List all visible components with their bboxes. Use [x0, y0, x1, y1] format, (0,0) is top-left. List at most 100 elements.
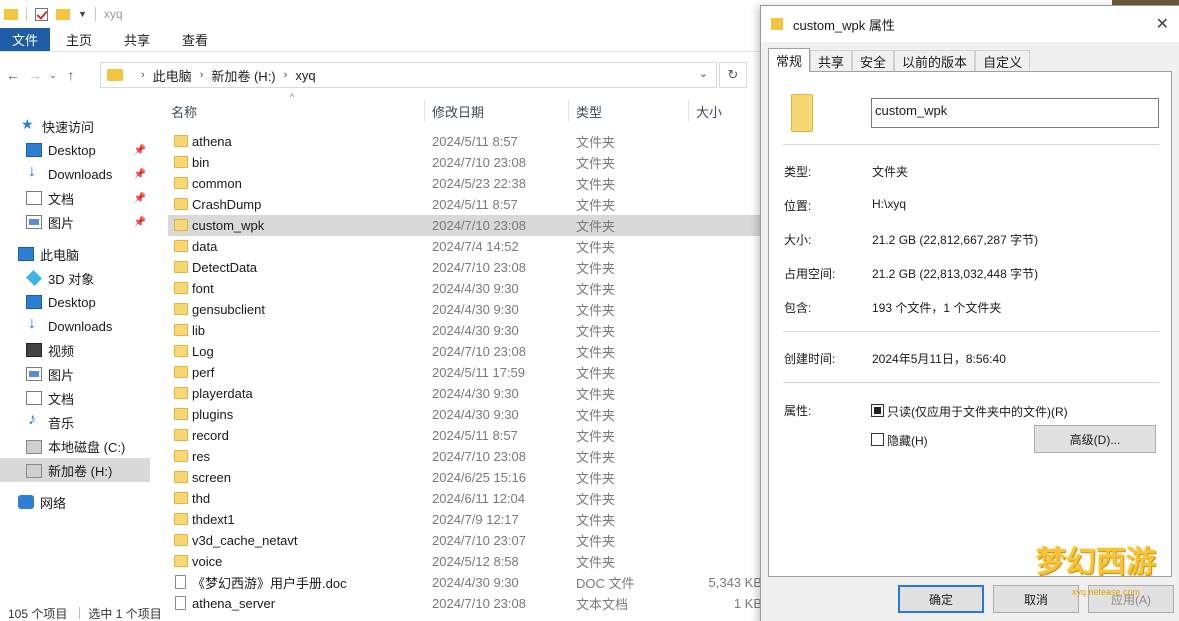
file-type: 文件夹 — [576, 135, 616, 150]
recent-chevron-icon[interactable]: ⌄ — [46, 70, 60, 81]
close-icon[interactable]: ✕ — [1156, 14, 1169, 34]
tab-view[interactable]: 查看 — [166, 28, 224, 51]
hidden-checkbox-label[interactable]: 隐藏(H) — [887, 432, 928, 449]
sidebar-item-label: 3D 对象 — [48, 271, 95, 287]
file-name: v3d_cache_netavt — [192, 533, 298, 548]
file-row[interactable]: gensubclient 2024/4/30 9:30 文件夹 — [168, 299, 768, 320]
file-row[interactable]: screen 2024/6/25 15:16 文件夹 — [168, 467, 768, 488]
address-bar[interactable]: › 此电脑 › 新加卷 (H:) › xyq ⌄ — [100, 62, 717, 88]
column-header-type[interactable]: 类型 — [576, 96, 602, 126]
file-row[interactable]: 《梦幻西游》用户手册.doc 2024/4/30 9:30 DOC 文件 5,343 … — [168, 572, 768, 593]
tab-security[interactable]: 安全 — [852, 50, 895, 72]
breadcrumb-drive[interactable]: 新加卷 (H:) — [211, 66, 275, 85]
tab-customize[interactable]: 自定义 — [975, 50, 1031, 72]
file-row[interactable]: record 2024/5/11 8:57 文件夹 — [168, 425, 768, 446]
file-name: lib — [192, 323, 206, 338]
type-label: 类型: — [784, 165, 812, 179]
sidebar-item-this-pc[interactable]: 此电脑 — [0, 242, 150, 266]
up-arrow-icon[interactable]: ↑ — [60, 67, 82, 83]
file-row[interactable]: plugins 2024/4/30 9:30 文件夹 — [168, 404, 768, 425]
game-logo-watermark: 梦幻西游 xyq.netease.com — [1032, 537, 1172, 607]
file-row[interactable]: v3d_cache_netavt 2024/7/10 23:07 文件夹 — [168, 530, 768, 551]
file-row[interactable]: voice 2024/5/12 8:58 文件夹 — [168, 551, 768, 572]
readonly-checkbox[interactable] — [871, 404, 884, 417]
ok-button[interactable]: 确定 — [898, 585, 984, 613]
sidebar-item-3d-objects[interactable]: 3D 对象 — [0, 266, 150, 290]
hidden-checkbox[interactable] — [871, 433, 884, 446]
file-row[interactable]: thdext1 2024/7/9 12:17 文件夹 — [168, 509, 768, 530]
readonly-checkbox-label[interactable]: 只读(仅应用于文件夹中的文件)(R) — [887, 403, 1068, 420]
tab-sharing[interactable]: 共享 — [810, 50, 853, 72]
file-date: 2024/4/30 9:30 — [432, 575, 519, 590]
file-type: 文件夹 — [576, 408, 616, 423]
sidebar-item-pictures[interactable]: 图片 — [0, 362, 150, 386]
sidebar-item-label: 快速访问 — [42, 119, 95, 135]
file-name: screen — [192, 470, 232, 485]
file-name: gensubclient — [192, 302, 265, 317]
column-header-size[interactable]: 大小 — [696, 96, 722, 126]
sidebar-item-quick-access[interactable]: 快速访问 — [0, 114, 150, 138]
file-row[interactable]: common 2024/5/23 22:38 文件夹 — [168, 173, 768, 194]
advanced-button[interactable]: 高级(D)... — [1034, 425, 1156, 453]
column-divider[interactable] — [688, 100, 689, 122]
chevron-down-icon[interactable]: ⌄ — [699, 67, 708, 80]
pc-icon — [18, 247, 34, 261]
desktop-icon — [26, 143, 42, 157]
chevron-right-icon[interactable]: › — [284, 69, 288, 81]
back-arrow-icon[interactable]: ← — [2, 67, 24, 83]
sidebar-item-network[interactable]: 网络 — [0, 490, 150, 514]
sidebar-item-pictures-pinned[interactable]: 图片 📌 — [0, 210, 150, 234]
forward-arrow-icon[interactable]: → — [24, 67, 46, 83]
sidebar-item-desktop-pinned[interactable]: Desktop 📌 — [0, 138, 150, 162]
file-date: 2024/6/11 12:04 — [432, 491, 526, 506]
file-row[interactable]: playerdata 2024/4/30 9:30 文件夹 — [168, 383, 768, 404]
sidebar-item-local-disk-c[interactable]: 本地磁盘 (C:) — [0, 434, 150, 458]
column-divider[interactable] — [568, 100, 569, 122]
file-row[interactable]: DetectData 2024/7/10 23:08 文件夹 — [168, 257, 768, 278]
file-row[interactable]: data 2024/7/4 14:52 文件夹 — [168, 236, 768, 257]
disk-icon — [26, 440, 42, 454]
file-row[interactable]: thd 2024/6/11 12:04 文件夹 — [168, 488, 768, 509]
file-row[interactable]: perf 2024/5/11 17:59 文件夹 — [168, 362, 768, 383]
file-row[interactable]: athena 2024/5/11 8:57 文件夹 — [168, 131, 768, 152]
column-divider[interactable] — [424, 100, 425, 122]
sidebar-item-music[interactable]: 音乐 — [0, 410, 150, 434]
sidebar-item-documents[interactable]: 文档 — [0, 386, 150, 410]
tab-home[interactable]: 主页 — [50, 28, 108, 51]
file-row[interactable]: font 2024/4/30 9:30 文件夹 — [168, 278, 768, 299]
file-row[interactable]: res 2024/7/10 23:08 文件夹 — [168, 446, 768, 467]
file-row[interactable]: CrashDump 2024/5/11 8:57 文件夹 — [168, 194, 768, 215]
sidebar-item-label: Desktop — [48, 142, 96, 158]
file-row[interactable]: bin 2024/7/10 23:08 文件夹 — [168, 152, 768, 173]
sidebar-item-downloads-pinned[interactable]: Downloads 📌 — [0, 162, 150, 186]
file-row[interactable]: custom_wpk 2024/7/10 23:08 文件夹 — [168, 215, 768, 236]
sidebar-item-videos[interactable]: 视频 — [0, 338, 150, 362]
folder-icon — [174, 450, 188, 462]
file-name: voice — [192, 554, 223, 569]
sidebar-item-drive-h[interactable]: 新加卷 (H:) — [0, 458, 150, 482]
tab-share[interactable]: 共享 — [108, 28, 166, 51]
new-folder-icon[interactable] — [56, 8, 70, 20]
folder-name-field[interactable]: custom_wpk — [871, 98, 1159, 128]
column-header-date[interactable]: 修改日期 — [432, 96, 484, 126]
tab-file[interactable]: 文件 — [0, 28, 51, 51]
customize-chevron-icon[interactable]: ▼ — [78, 9, 87, 19]
sidebar-item-documents-pinned[interactable]: 文档 📌 — [0, 186, 150, 210]
sidebar-item-label: 视频 — [48, 343, 75, 359]
file-name: bin — [192, 155, 210, 170]
sidebar-item-downloads[interactable]: Downloads — [0, 314, 150, 338]
item-count: 105 个项目 — [8, 606, 68, 621]
breadcrumb-this-pc[interactable]: 此电脑 — [153, 66, 192, 85]
refresh-button[interactable]: ↻ — [719, 62, 747, 88]
file-date: 2024/4/30 9:30 — [432, 386, 519, 401]
file-row[interactable]: lib 2024/4/30 9:30 文件夹 — [168, 320, 768, 341]
chevron-right-icon[interactable]: › — [200, 69, 204, 81]
tab-general[interactable]: 常规 — [768, 48, 811, 72]
tab-previous-versions[interactable]: 以前的版本 — [894, 50, 976, 72]
properties-check-icon[interactable] — [35, 7, 48, 21]
chevron-right-icon[interactable]: › — [141, 69, 145, 81]
column-header-name[interactable]: 名称 — [171, 96, 197, 126]
breadcrumb-folder[interactable]: xyq — [295, 68, 315, 83]
file-row[interactable]: Log 2024/7/10 23:08 文件夹 — [168, 341, 768, 362]
sidebar-item-desktop[interactable]: Desktop — [0, 290, 150, 314]
